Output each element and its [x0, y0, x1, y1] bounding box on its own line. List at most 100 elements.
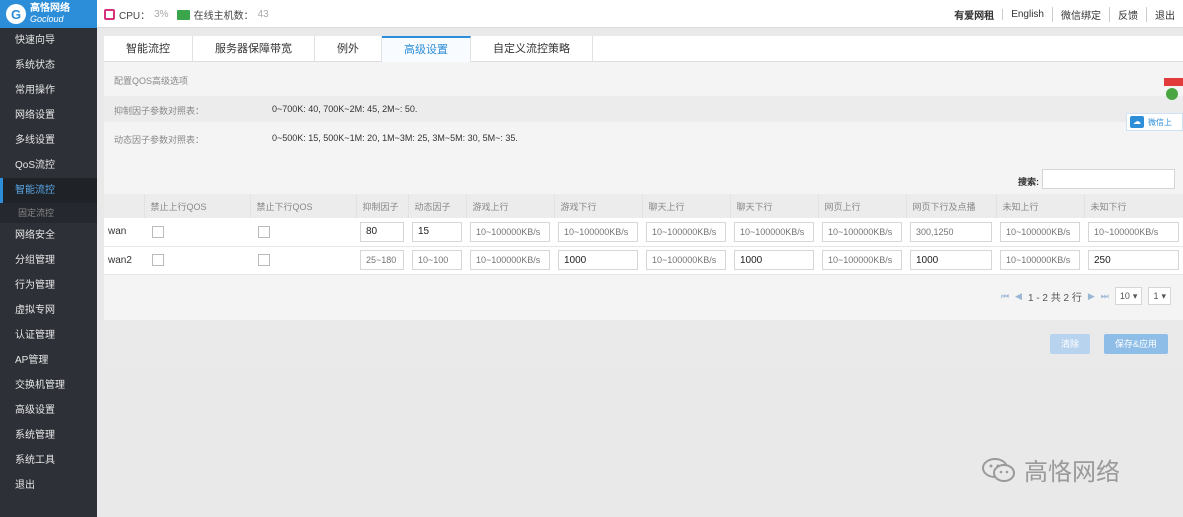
dynamic-factor-value: 0~500K: 15, 500K~1M: 20, 1M~3M: 25, 3M~5…: [272, 133, 518, 143]
wechat-float-button[interactable]: ☁ 微信上: [1126, 113, 1183, 131]
top-nav-wechat-bind[interactable]: 微信绑定: [1052, 7, 1109, 22]
sidebar-item-switch-mgmt[interactable]: 交换机管理: [0, 373, 97, 398]
dynamic-factor-input[interactable]: [412, 221, 462, 242]
main-panel: 智能流控 服务器保障带宽 例外 高级设置 自定义流控策略 配置QOS高级选项 抑…: [104, 36, 1183, 366]
suppress-factor-label: 抑制因子参数对照表：: [114, 106, 205, 116]
unknown-up-input[interactable]: [1000, 250, 1080, 270]
top-nav: 有爱网租 English 微信绑定 反馈 退出: [946, 7, 1183, 22]
hosts-label: 在线主机数：: [193, 11, 254, 22]
chevron-down-icon: ▾: [1161, 290, 1166, 301]
cpu-icon: [104, 9, 115, 20]
sidebar-item-vpn[interactable]: 虚拟专网: [0, 298, 97, 323]
sidebar-item-smart-qos[interactable]: 智能流控: [0, 178, 97, 203]
sidebar-item-system-status[interactable]: 系统状态: [0, 53, 97, 78]
sidebar-item-multi-line[interactable]: 多线设置: [0, 128, 97, 153]
disable-down-qos-checkbox[interactable]: [258, 225, 270, 238]
page-size-select[interactable]: 10 ▾: [1114, 287, 1143, 305]
sidebar-item-quick-guide[interactable]: 快速向导: [0, 28, 97, 53]
chat-down-input[interactable]: [734, 250, 814, 270]
table-row: wan: [104, 218, 1183, 247]
top-nav-feedback[interactable]: 反馈: [1109, 7, 1146, 22]
cpu-label: CPU：: [119, 11, 151, 22]
top-bar: G 高恪网络 Gocloud CPU： 3% 在线主机数： 43 有爱网租 En…: [0, 0, 1183, 28]
sidebar-item-system-mgmt[interactable]: 系统管理: [0, 423, 97, 448]
col-header-disable-up-qos: 禁止上行QOS: [144, 194, 251, 218]
col-header-dynamic-factor: 动态因子: [408, 194, 467, 218]
sidebar-item-auth-mgmt[interactable]: 认证管理: [0, 323, 97, 348]
page-number-select[interactable]: 1 ▾: [1148, 287, 1171, 305]
table-header-row: 禁止上行QOS 禁止下行QOS 抑制因子 动态因子 游戏上行 游戏下行 聊天上行…: [104, 194, 1183, 218]
col-header-interface: [104, 194, 145, 218]
action-bar: [104, 320, 1183, 366]
table-row: wan2: [104, 246, 1183, 275]
sidebar-item-group-mgmt[interactable]: 分组管理: [0, 248, 97, 273]
pagination-info: 1 - 2 共 2 行: [1027, 292, 1082, 304]
sidebar-item-network-security[interactable]: 网络安全: [0, 223, 97, 248]
unknown-down-input[interactable]: [1088, 250, 1179, 270]
sidebar-item-qos[interactable]: QoS流控: [0, 153, 97, 178]
chat-up-input[interactable]: [646, 250, 726, 270]
sidebar-item-system-tools[interactable]: 系统工具: [0, 448, 97, 473]
suppress-factor-input[interactable]: [360, 221, 404, 242]
promo-badge-icon[interactable]: [1160, 74, 1183, 102]
sidebar-subitem-fixed-qos[interactable]: 固定流控: [0, 203, 97, 223]
sidebar-item-advanced[interactable]: 高级设置: [0, 398, 97, 423]
tab-smart-qos[interactable]: 智能流控: [104, 36, 193, 62]
chat-up-input[interactable]: [646, 221, 726, 242]
sidebar-item-behavior-mgmt[interactable]: 行为管理: [0, 273, 97, 298]
game-up-input[interactable]: [470, 221, 550, 242]
suppress-factor-input[interactable]: [360, 250, 404, 270]
sidebar-item-exit[interactable]: 退出: [0, 473, 97, 498]
tab-exceptions[interactable]: 例外: [315, 36, 382, 62]
col-header-web-up: 网页上行: [818, 194, 907, 218]
reset-button[interactable]: 清除: [1050, 334, 1090, 354]
sidebar-item-ap-mgmt[interactable]: AP管理: [0, 348, 97, 373]
logo[interactable]: G 高恪网络 Gocloud: [0, 0, 97, 28]
section-title: 配置QOS高级选项: [114, 76, 189, 86]
dynamic-factor-input[interactable]: [412, 250, 462, 270]
unknown-down-input[interactable]: [1088, 221, 1179, 242]
top-nav-account[interactable]: 有爱网租: [946, 7, 1002, 22]
cloud-icon: ☁: [1130, 116, 1144, 128]
top-nav-logout[interactable]: 退出: [1146, 7, 1183, 22]
col-header-game-down: 游戏下行: [554, 194, 643, 218]
web-down-input[interactable]: [910, 250, 992, 270]
tab-custom-policy[interactable]: 自定义流控策略: [471, 36, 593, 62]
game-down-input[interactable]: [558, 250, 638, 270]
next-page-icon[interactable]: ▶: [1088, 291, 1095, 302]
web-up-input[interactable]: [822, 221, 902, 242]
disable-down-qos-checkbox[interactable]: [258, 254, 270, 266]
interface-name: wan2: [104, 246, 144, 275]
watermark-text: 高恪网络: [1024, 459, 1120, 486]
game-down-input[interactable]: [558, 221, 638, 242]
last-page-icon[interactable]: ⏭: [1101, 291, 1109, 302]
top-nav-english[interactable]: English: [1002, 9, 1052, 20]
disable-up-qos-checkbox[interactable]: [152, 225, 164, 238]
web-up-input[interactable]: [822, 250, 902, 270]
suppress-factor-value: 0~700K: 40, 700K~2M: 45, 2M~: 50.: [272, 104, 418, 114]
col-header-unknown-down: 未知下行: [1084, 194, 1183, 218]
cpu-value: 3%: [154, 9, 169, 20]
col-header-suppress-factor: 抑制因子: [356, 194, 409, 218]
chat-down-input[interactable]: [734, 221, 814, 242]
page-number-value: 1: [1153, 291, 1159, 301]
tab-bar: 智能流控 服务器保障带宽 例外 高级设置 自定义流控策略: [104, 36, 1183, 62]
sidebar-item-network-settings[interactable]: 网络设置: [0, 103, 97, 128]
col-header-chat-down: 聊天下行: [730, 194, 819, 218]
sidebar: 快速向导 系统状态 常用操作 网络设置 多线设置 QoS流控 智能流控 固定流控…: [0, 28, 97, 517]
save-apply-button[interactable]: 保存&应用: [1104, 334, 1168, 354]
search-input[interactable]: [1042, 169, 1175, 189]
col-header-chat-up: 聊天上行: [642, 194, 731, 218]
sidebar-item-common-ops[interactable]: 常用操作: [0, 78, 97, 103]
col-header-game-up: 游戏上行: [466, 194, 555, 218]
tab-server-bandwidth[interactable]: 服务器保障带宽: [193, 36, 315, 62]
game-up-input[interactable]: [470, 250, 550, 270]
prev-page-icon[interactable]: ◀: [1015, 291, 1022, 302]
unknown-up-input[interactable]: [1000, 221, 1080, 242]
watermark: 高恪网络: [982, 452, 1120, 487]
web-down-input[interactable]: [910, 221, 992, 242]
wechat-float-label: 微信上: [1148, 117, 1172, 127]
disable-up-qos-checkbox[interactable]: [152, 254, 164, 266]
first-page-icon[interactable]: ⏮: [1001, 291, 1009, 302]
tab-advanced[interactable]: 高级设置: [382, 36, 471, 62]
